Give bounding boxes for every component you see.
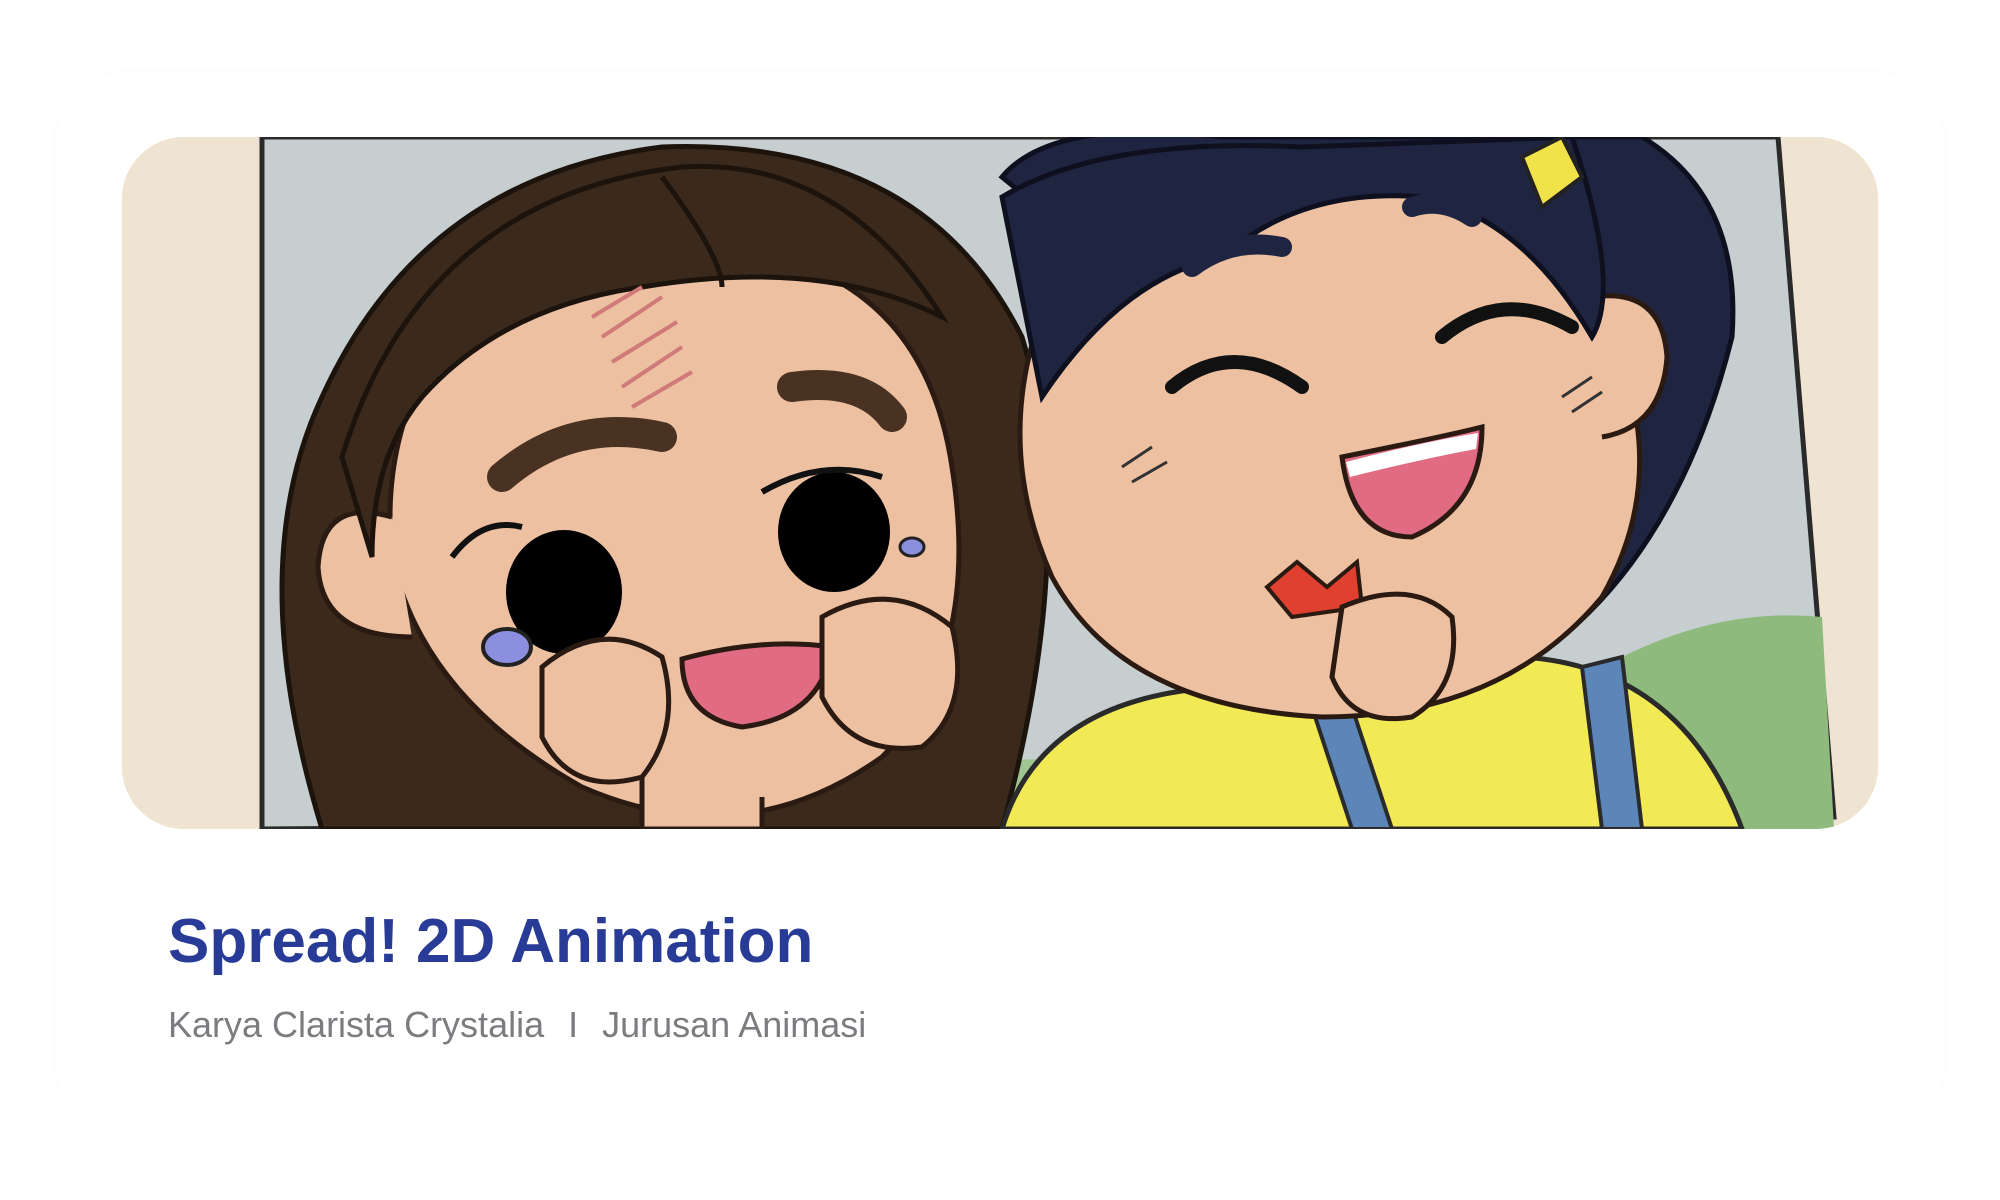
artwork-credit: Karya Clarista Crystalia I Jurusan Animasi	[168, 1003, 866, 1046]
credit-separator: I	[568, 1004, 579, 1045]
artwork-thumbnail[interactable]	[122, 137, 1878, 829]
animation-still-image	[122, 137, 1878, 829]
department-name: Jurusan Animasi	[602, 1004, 867, 1045]
artwork-title[interactable]: Spread! 2D Animation	[168, 905, 813, 979]
author-name: Karya Clarista Crystalia	[168, 1004, 545, 1045]
